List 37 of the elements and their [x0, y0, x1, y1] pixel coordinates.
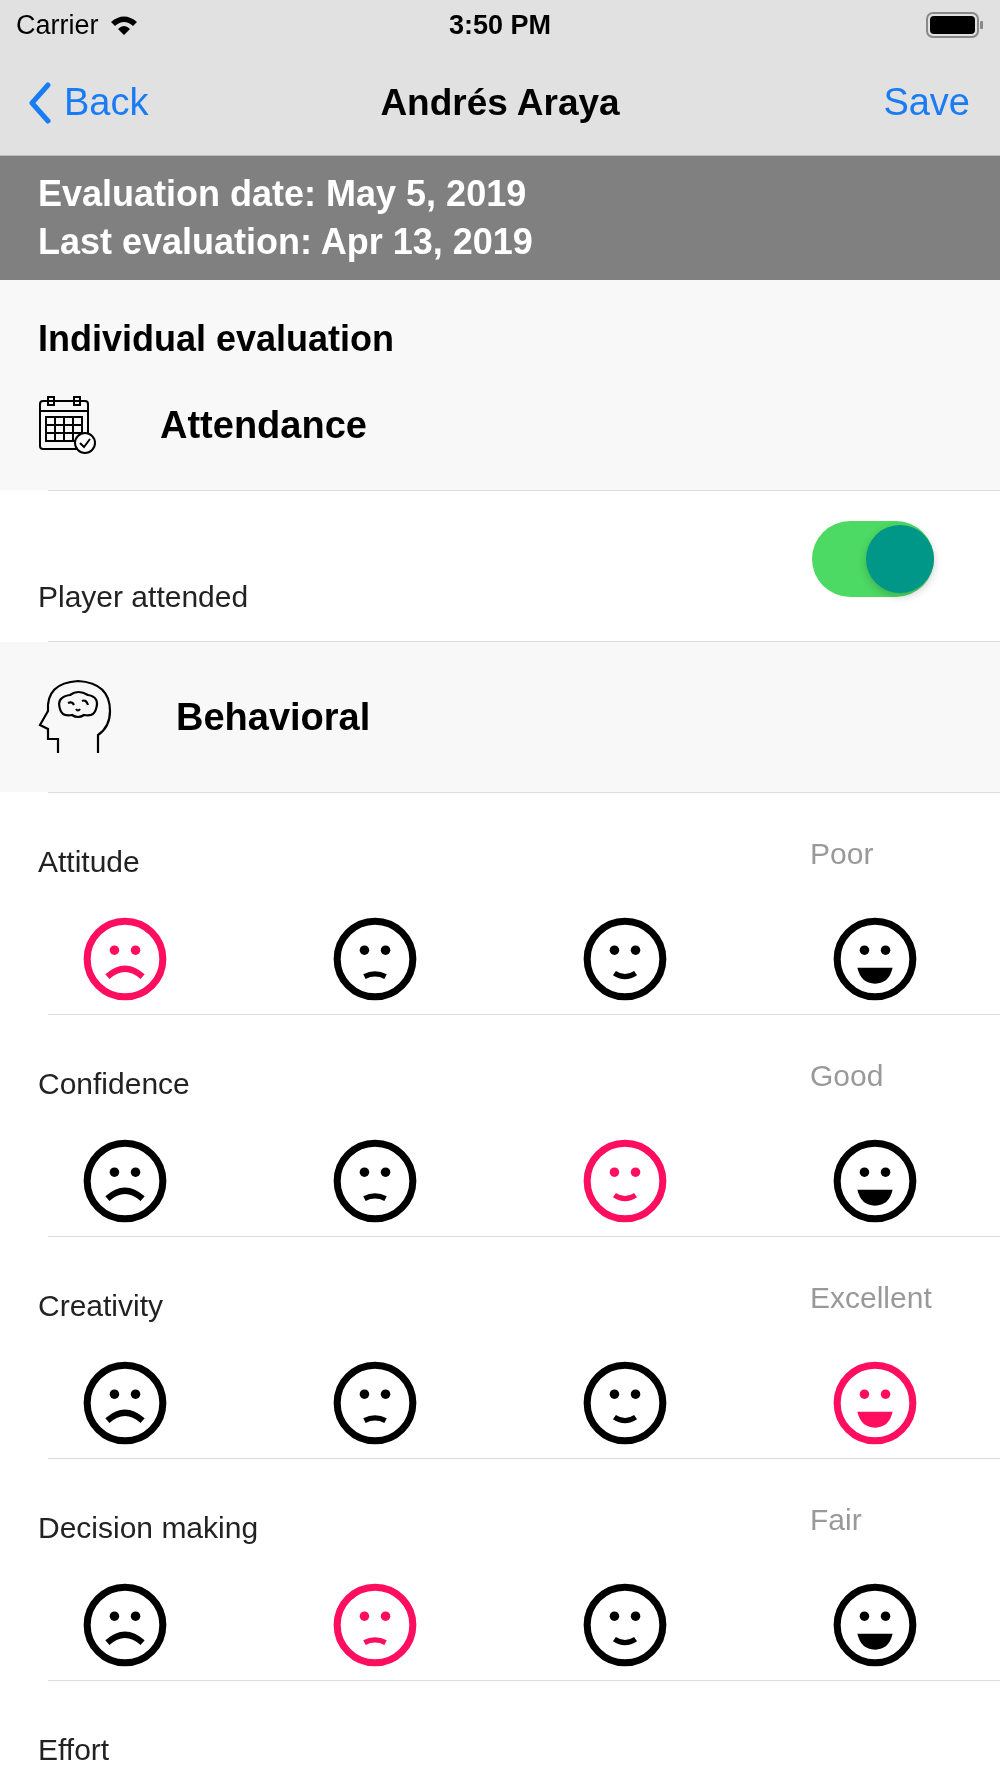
head-brain-icon — [38, 679, 114, 755]
category-title: Behavioral — [176, 695, 371, 739]
face-rating-button[interactable] — [831, 1581, 919, 1669]
face-rating-button[interactable] — [831, 1137, 919, 1225]
rating-label: Good — [810, 1059, 885, 1093]
back-button[interactable]: Back — [28, 81, 149, 124]
section-title: Individual evaluation — [38, 318, 395, 359]
face-rating-button[interactable] — [81, 1581, 169, 1669]
attendance-switch[interactable] — [812, 521, 934, 597]
criterion-label: Confidence — [38, 1067, 190, 1101]
criterion-label: Creativity — [38, 1289, 164, 1323]
banner-text: Last evaluation: Apr 13, 2019 — [38, 220, 534, 264]
carrier-label: Carrier — [16, 9, 99, 41]
calendar-check-icon — [38, 395, 98, 455]
face-rating-button[interactable] — [581, 1581, 669, 1669]
banner-text: Evaluation date: May 5, 2019 — [38, 172, 528, 216]
criterion-label: Attitude — [38, 845, 140, 879]
clock-label: 3:50 PM — [449, 9, 551, 41]
face-rating-button[interactable] — [331, 1137, 419, 1225]
face-rating-button[interactable] — [331, 1359, 419, 1447]
battery-icon — [926, 12, 984, 38]
criterion-label: Effort — [38, 1733, 110, 1767]
attendance-label: Player attended — [38, 580, 249, 614]
save-button[interactable]: Save — [883, 81, 970, 124]
face-rating-button[interactable] — [81, 1137, 169, 1225]
face-rating-button[interactable] — [331, 915, 419, 1003]
face-rating-button[interactable] — [581, 1359, 669, 1447]
chevron-left-icon — [28, 81, 52, 124]
rating-label: Excellent — [810, 1281, 933, 1315]
nav-title: Andrés Araya — [380, 81, 620, 124]
category-title: Attendance — [160, 403, 367, 447]
rating-label: Poor — [810, 837, 875, 871]
criterion-label: Decision making — [38, 1511, 259, 1545]
face-rating-button[interactable] — [581, 915, 669, 1003]
face-rating-button[interactable] — [831, 915, 919, 1003]
rating-label: Fair — [810, 1503, 863, 1537]
face-rating-button[interactable] — [81, 1359, 169, 1447]
